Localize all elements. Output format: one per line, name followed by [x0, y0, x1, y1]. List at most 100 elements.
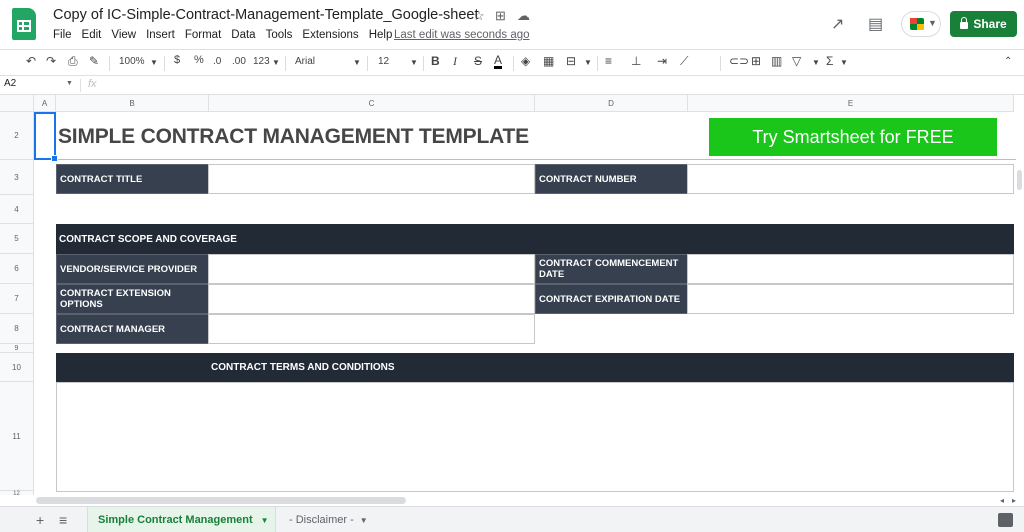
bold-button[interactable]: B	[431, 54, 440, 68]
chevron-down-icon[interactable]: ▼	[66, 80, 73, 87]
print-icon[interactable]: ⎙	[68, 54, 78, 69]
menu-extensions[interactable]: Extensions	[302, 29, 358, 41]
expiration-date-label: CONTRACT EXPIRATION DATE	[535, 284, 688, 314]
borders-icon[interactable]: ▦	[543, 54, 554, 68]
column-header-a[interactable]: A	[34, 95, 56, 112]
insert-comment-icon[interactable]: ⊞	[751, 54, 761, 68]
menu-help[interactable]: Help	[369, 29, 393, 41]
cloud-status-icon[interactable]: ☁	[517, 8, 530, 24]
column-header-d[interactable]: D	[535, 95, 688, 112]
row-header-9[interactable]: 9	[0, 344, 34, 353]
column-header-c[interactable]: C	[209, 95, 535, 112]
increase-decimal-button[interactable]: .00	[232, 56, 246, 67]
selected-cell-a2[interactable]	[34, 112, 58, 162]
strikethrough-button[interactable]: S	[474, 54, 482, 68]
star-icon[interactable]: ☆	[473, 8, 485, 24]
formula-input[interactable]	[104, 77, 1016, 93]
italic-button[interactable]: I	[453, 54, 457, 69]
share-label: Share	[973, 17, 1007, 31]
menu-file[interactable]: File	[53, 29, 72, 41]
scroll-right-icon[interactable]: ▸	[1012, 496, 1016, 505]
expiration-date-input[interactable]	[687, 284, 1014, 314]
row-header-10[interactable]: 10	[0, 353, 34, 382]
extension-options-input[interactable]	[208, 284, 535, 314]
comment-history-icon[interactable]: ▤	[868, 14, 883, 34]
collapse-toolbar-icon[interactable]: ⌃	[1004, 56, 1012, 67]
row-header-7[interactable]: 7	[0, 284, 34, 314]
menu-insert[interactable]: Insert	[146, 29, 175, 41]
contract-title-label: CONTRACT TITLE	[56, 164, 209, 194]
row-header-3[interactable]: 3	[0, 160, 34, 195]
vertical-scrollbar[interactable]	[1017, 170, 1022, 190]
smartsheet-cta-button[interactable]: Try Smartsheet for FREE	[709, 118, 997, 156]
row-header-2[interactable]: 2	[0, 112, 34, 160]
font-family-select[interactable]: Arial	[295, 56, 315, 67]
menu-edit[interactable]: Edit	[82, 29, 102, 41]
horizontal-align-icon[interactable]: ≡	[605, 54, 612, 68]
row-header-11[interactable]: 11	[0, 382, 34, 491]
fx-icon: fx	[88, 78, 97, 90]
more-formats-button[interactable]: 123	[253, 56, 270, 67]
tab-simple-contract-management[interactable]: Simple Contract Management ▼	[87, 507, 276, 532]
contract-manager-input[interactable]	[208, 314, 535, 344]
column-header-b[interactable]: B	[56, 95, 209, 112]
row-header-4[interactable]: 4	[0, 195, 34, 224]
meet-camera-icon	[910, 18, 924, 30]
scroll-left-icon[interactable]: ◂	[1000, 496, 1004, 505]
page-title: SIMPLE CONTRACT MANAGEMENT TEMPLATE	[58, 125, 529, 148]
add-sheet-icon[interactable]: +	[36, 512, 44, 528]
document-title[interactable]: Copy of IC-Simple-Contract-Management-Te…	[53, 7, 479, 23]
commencement-date-input[interactable]	[687, 254, 1014, 284]
meet-button[interactable]: ▼	[901, 11, 941, 37]
insert-chart-icon[interactable]: ▥	[771, 54, 782, 68]
share-button[interactable]: Share	[950, 11, 1017, 37]
functions-button[interactable]: Σ	[826, 54, 833, 68]
terms-conditions-input[interactable]	[56, 382, 1014, 492]
menu-format[interactable]: Format	[185, 29, 221, 41]
row-header-12[interactable]: 12	[0, 491, 34, 495]
filter-icon[interactable]: ▽	[792, 54, 801, 68]
contract-title-input[interactable]	[208, 164, 535, 194]
menu-bar: File Edit View Insert Format Data Tools …	[53, 29, 402, 41]
contract-number-input[interactable]	[687, 164, 1014, 194]
row-header-6[interactable]: 6	[0, 254, 34, 284]
font-size-select[interactable]: 12	[378, 56, 389, 67]
zoom-select[interactable]: 100%	[119, 56, 145, 67]
fill-color-icon[interactable]: ◈	[521, 54, 530, 68]
decrease-decimal-button[interactable]: .0	[213, 56, 221, 67]
all-sheets-icon[interactable]: ≡	[59, 512, 67, 528]
move-folder-icon[interactable]: ⊞	[495, 8, 506, 24]
column-header-e[interactable]: E	[688, 95, 1014, 112]
sheets-logo-icon[interactable]	[12, 8, 36, 40]
undo-icon[interactable]: ↶	[26, 54, 36, 68]
chevron-down-icon: ▼	[353, 58, 361, 67]
text-wrap-icon[interactable]: ⇥	[657, 54, 667, 68]
text-color-button[interactable]: A	[494, 54, 503, 69]
spreadsheet-grid: A B C D E 2 3 4 5 6 7 8 9 10 11 12 SIMPL…	[0, 95, 1024, 495]
activity-trend-icon[interactable]: ↗	[831, 14, 844, 34]
insert-link-icon[interactable]: ⊂⊃	[729, 54, 749, 68]
formatting-toolbar: ↶ ↷ ⎙ ✎ 100% ▼ $ % .0 .00 123 ▼ Arial ▼ …	[0, 49, 1024, 76]
tab-disclaimer[interactable]: - Disclaimer - ▼	[282, 507, 382, 532]
redo-icon[interactable]: ↷	[46, 54, 56, 68]
percent-format-button[interactable]: %	[194, 54, 204, 66]
last-edit-link[interactable]: Last edit was seconds ago	[394, 29, 530, 41]
menu-data[interactable]: Data	[231, 29, 255, 41]
app-header: Copy of IC-Simple-Contract-Management-Te…	[0, 0, 1024, 48]
row-header-8[interactable]: 8	[0, 314, 34, 344]
name-box[interactable]: A2	[4, 78, 74, 89]
merge-cells-icon[interactable]: ⊟	[566, 54, 576, 68]
explore-icon[interactable]	[998, 513, 1013, 527]
row-header-5[interactable]: 5	[0, 224, 34, 254]
text-rotation-icon[interactable]: ⟋	[680, 54, 688, 69]
paint-format-icon[interactable]: ✎	[89, 54, 99, 68]
vendor-input[interactable]	[208, 254, 535, 284]
horizontal-scrollbar[interactable]	[36, 497, 406, 504]
select-all-corner[interactable]	[0, 95, 34, 112]
vertical-align-icon[interactable]: ⊥	[631, 54, 641, 68]
tab-label: - Disclaimer -	[289, 514, 354, 526]
currency-format-button[interactable]: $	[174, 54, 180, 66]
contract-number-label: CONTRACT NUMBER	[535, 164, 688, 194]
menu-tools[interactable]: Tools	[266, 29, 293, 41]
menu-view[interactable]: View	[111, 29, 136, 41]
